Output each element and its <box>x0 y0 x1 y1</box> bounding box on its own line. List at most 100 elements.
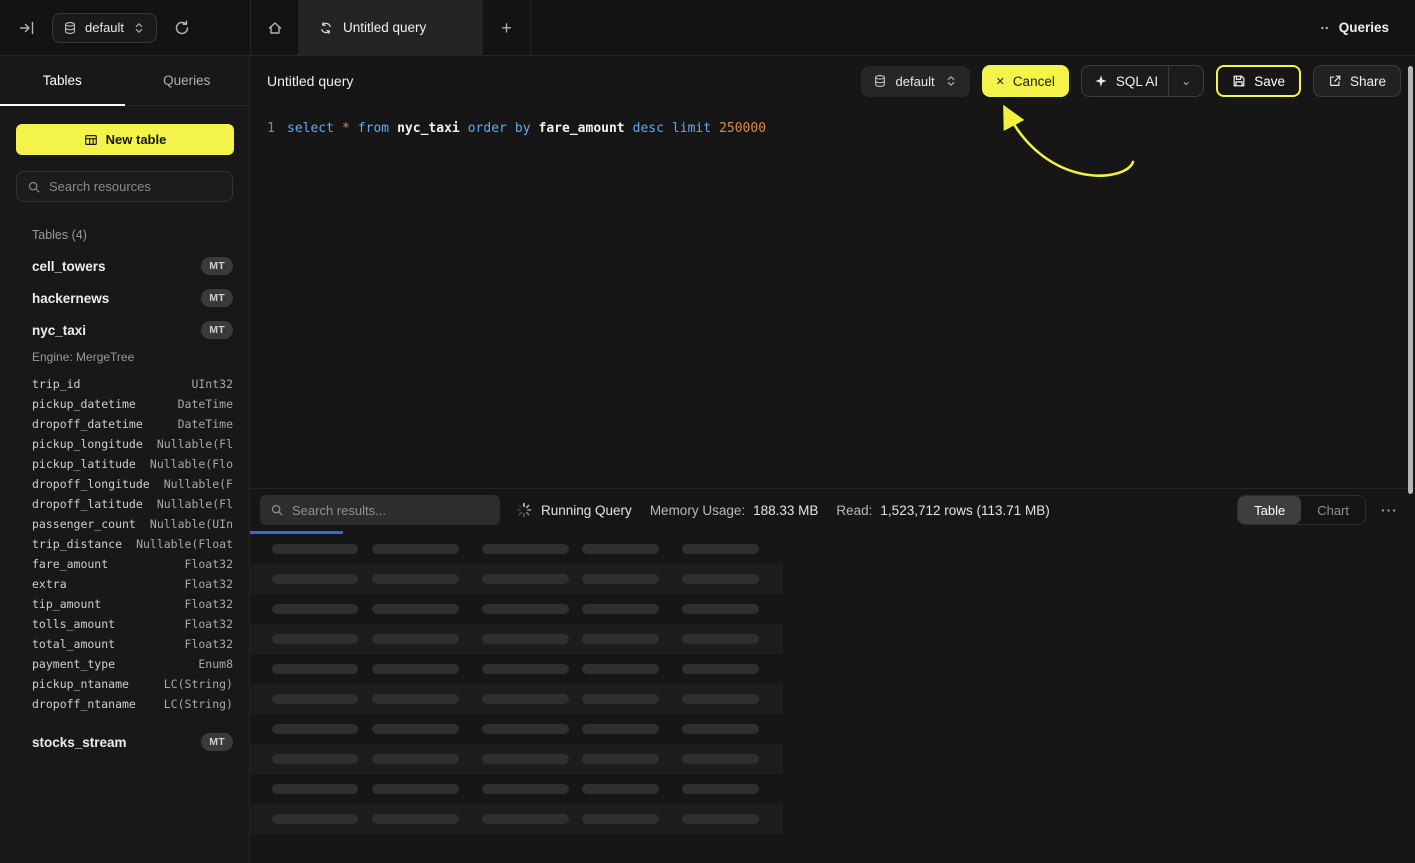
skeleton-pill <box>682 574 759 584</box>
skeleton-pill <box>582 634 659 644</box>
sql-ai-button[interactable]: SQL AI ⌄ <box>1081 65 1204 97</box>
new-table-button[interactable]: New table <box>16 124 234 155</box>
home-tab-button[interactable] <box>251 0 299 55</box>
skeleton-pill <box>482 724 569 734</box>
skeleton-pill <box>582 574 659 584</box>
column-name: dropoff_ntaname <box>32 697 136 711</box>
collapse-sidebar-button[interactable] <box>14 15 40 41</box>
sql-token: nyc_taxi <box>397 120 460 488</box>
sparkle-icon <box>1094 74 1108 88</box>
column-type: Float32 <box>185 577 233 591</box>
database-selector-value: default <box>85 20 124 35</box>
skeleton-pill <box>582 544 659 554</box>
sql-token: desc <box>633 120 664 488</box>
read-value: 1,523,712 rows (113.71 MB) <box>880 503 1049 518</box>
sql-token: limit <box>672 120 711 488</box>
skeleton-pill <box>682 724 759 734</box>
skeleton-pill <box>582 784 659 794</box>
sql-token: order <box>468 120 507 488</box>
skeleton-pill <box>482 574 569 584</box>
sql-editor[interactable]: 1 select*fromnyc_taxiorderbyfare_amountd… <box>250 106 1415 488</box>
results-toolbar: Running Query Memory Usage: 188.33 MB Re… <box>250 489 1415 531</box>
new-tab-button[interactable]: + <box>483 0 531 55</box>
sidebar-tab-tables[interactable]: Tables <box>0 56 125 105</box>
skeleton-pill <box>482 694 569 704</box>
skeleton-pill <box>272 544 358 554</box>
column-row: trip_distanceNullable(Float <box>0 534 249 554</box>
skeleton-pill <box>482 754 569 764</box>
skeleton-pill <box>482 634 569 644</box>
skeleton-pill <box>482 544 569 554</box>
column-row: tolls_amountFloat32 <box>0 614 249 634</box>
spinner-icon <box>516 502 532 518</box>
table-row-cell-towers[interactable]: cell_towers MT <box>0 250 249 282</box>
skeleton-pill <box>272 754 358 764</box>
skeleton-pill <box>682 784 759 794</box>
column-name: payment_type <box>32 657 115 671</box>
refresh-button[interactable] <box>169 15 195 41</box>
column-name: dropoff_longitude <box>32 477 150 491</box>
sql-token: * <box>342 120 350 488</box>
sql-token: fare_amount <box>539 120 625 488</box>
database-selector[interactable]: default <box>52 13 157 43</box>
table-row-hackernews[interactable]: hackernews MT <box>0 282 249 314</box>
resource-search <box>16 171 233 202</box>
skeleton-row <box>250 594 783 624</box>
search-icon <box>270 503 284 517</box>
chevron-down-icon[interactable]: ⌄ <box>1179 74 1193 88</box>
column-row: payment_type Enum8 <box>0 654 249 674</box>
resource-search-input[interactable] <box>49 179 222 194</box>
topbar: default Untitled query + Queries <box>0 0 1415 56</box>
table-row-nyc-taxi[interactable]: nyc_taxi MT <box>0 314 249 346</box>
column-name: trip_distance <box>32 537 122 551</box>
skeleton-pill <box>682 754 759 764</box>
view-tab-table[interactable]: Table <box>1238 496 1301 524</box>
column-name: fare_amount <box>32 557 108 571</box>
skeleton-pill <box>682 694 759 704</box>
skeleton-pill <box>372 694 459 704</box>
skeleton-pill <box>682 634 759 644</box>
cancel-button[interactable]: ✕ Cancel <box>982 65 1069 97</box>
engine-badge: MT <box>201 289 233 307</box>
queries-link[interactable]: Queries <box>1339 20 1389 35</box>
close-icon: ✕ <box>996 75 1005 88</box>
skeleton-pill <box>272 664 358 674</box>
skeleton-pill <box>582 724 659 734</box>
table-row-stocks-stream[interactable]: stocks_stream MT <box>0 726 249 758</box>
skeleton-pill <box>372 634 459 644</box>
column-name: pickup_ntaname <box>32 677 129 691</box>
column-name: total_amount <box>32 637 115 651</box>
save-label: Save <box>1254 74 1285 89</box>
skeleton-pill <box>582 694 659 704</box>
column-name: pickup_datetime <box>32 397 136 411</box>
column-name: extra <box>32 577 67 591</box>
table-icon <box>84 133 98 147</box>
column-type: Enum8 <box>198 657 233 671</box>
main-panel: Untitled query default ✕ Cancel SQL AI ⌄… <box>250 56 1415 863</box>
view-tab-chart[interactable]: Chart <box>1301 496 1365 524</box>
results-loading-skeleton <box>250 534 1415 834</box>
query-database-selector[interactable]: default <box>861 66 970 97</box>
results-search-input[interactable] <box>292 503 490 518</box>
column-row: total_amountFloat32 <box>0 634 249 654</box>
query-tab[interactable]: Untitled query <box>299 0 483 55</box>
skeleton-pill <box>272 604 358 614</box>
engine-badge: MT <box>201 321 233 339</box>
column-row: dropoff_longitudeNullable(F <box>0 474 249 494</box>
editor-scrollbar[interactable] <box>1408 66 1413 494</box>
engine-label: Engine: MergeTree <box>0 348 249 366</box>
sql-token: 250000 <box>719 120 766 488</box>
tab-bar: Untitled query + <box>250 0 531 55</box>
sql-token: by <box>515 120 531 488</box>
column-type: Float32 <box>185 557 233 571</box>
database-icon <box>873 74 887 88</box>
skeleton-pill <box>272 724 358 734</box>
skeleton-row <box>250 624 783 654</box>
sidebar-tab-queries[interactable]: Queries <box>125 56 250 105</box>
skeleton-pill <box>372 574 459 584</box>
column-row: pickup_datetimeDateTime <box>0 394 249 414</box>
more-options-button[interactable]: ⋯ <box>1380 502 1397 519</box>
share-button[interactable]: Share <box>1313 65 1401 97</box>
skeleton-pill <box>482 664 569 674</box>
save-button[interactable]: Save <box>1216 65 1301 97</box>
